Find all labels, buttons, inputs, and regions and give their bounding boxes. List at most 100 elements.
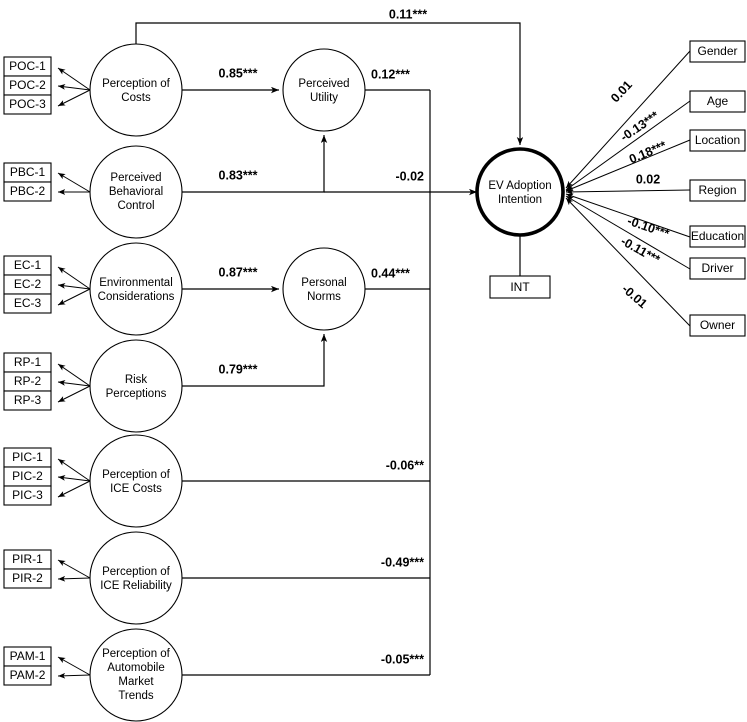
node-label: Behavioral bbox=[109, 186, 163, 198]
indicator-label: RP-1 bbox=[14, 355, 42, 369]
node-perception-of-automobile-market-trends[interactable]: Perception of Automobile Market Trends bbox=[89, 628, 183, 722]
coef-driver-to-ev: -0.11*** bbox=[618, 234, 662, 267]
loading-arrow bbox=[57, 288, 91, 306]
node-label: Environmental bbox=[99, 277, 173, 289]
indicator-label: EC-2 bbox=[14, 277, 42, 291]
path-location-to-ev bbox=[565, 139, 691, 192]
indicator-group-pir: PIR-1 PIR-2 bbox=[3, 549, 52, 589]
node-label: Personal bbox=[301, 277, 346, 289]
path-education-to-ev bbox=[565, 193, 691, 238]
node-label: Risk bbox=[125, 374, 148, 386]
node-label: ICE Costs bbox=[110, 483, 162, 495]
path-driver-to-ev bbox=[565, 195, 691, 270]
node-label: Perception of bbox=[102, 78, 171, 90]
demographic-label: Education bbox=[691, 229, 744, 243]
coef-pic-to-ev: -0.06** bbox=[386, 458, 424, 472]
coef-pam-to-ev: -0.05*** bbox=[381, 652, 424, 666]
indicator-label: PAM-1 bbox=[10, 649, 46, 663]
node-risk-perceptions[interactable]: Risk Perceptions bbox=[89, 339, 183, 433]
node-label: Considerations bbox=[98, 291, 175, 303]
coef-gender-to-ev: 0.01 bbox=[608, 78, 635, 105]
coef-rp-to-personal-norms: 0.79*** bbox=[219, 362, 258, 376]
indicator-label: RP-2 bbox=[14, 374, 42, 388]
node-perception-of-costs[interactable]: Perception of Costs bbox=[89, 43, 183, 137]
loading-arrow bbox=[57, 575, 91, 582]
indicator-label: PIC-2 bbox=[12, 469, 43, 483]
loading-arrow bbox=[57, 559, 91, 579]
node-perceived-utility[interactable]: Perceived Utility bbox=[282, 48, 366, 132]
coef-location-to-ev: 0.18*** bbox=[627, 138, 668, 166]
indicator-group-ec: EC-1 EC-2 EC-3 bbox=[3, 255, 52, 314]
loading-arrow bbox=[57, 89, 91, 107]
node-personal-norms[interactable]: Personal Norms bbox=[282, 247, 366, 331]
coef-poc-to-perceived-utility: 0.85*** bbox=[219, 66, 258, 80]
sem-diagram-canvas: POC-1 POC-2 POC-3 PBC-1 PBC-2 EC-1 EC-2 … bbox=[0, 0, 747, 722]
node-perception-of-ice-reliability[interactable]: Perception of ICE Reliability bbox=[89, 531, 183, 625]
loading-arrow bbox=[57, 480, 91, 498]
node-label: Perception of bbox=[102, 648, 171, 660]
node-label: Trends bbox=[118, 690, 154, 702]
indicator-group-pbc: PBC-1 PBC-2 bbox=[3, 162, 52, 202]
indicator-label: POC-1 bbox=[9, 59, 46, 73]
coef-pbc-to-ev: 0.83*** bbox=[219, 168, 258, 182]
node-label: Automobile bbox=[107, 662, 165, 674]
node-label: Norms bbox=[307, 291, 341, 303]
node-label: Perception of bbox=[102, 469, 171, 481]
demographic-label: Location bbox=[695, 133, 740, 147]
node-perception-of-ice-costs[interactable]: Perception of ICE Costs bbox=[89, 434, 183, 528]
indicator-label: PIR-2 bbox=[12, 571, 43, 585]
indicator-label: EC-3 bbox=[14, 296, 42, 310]
indicator-label: PIC-3 bbox=[12, 488, 43, 502]
path-gender-to-ev bbox=[565, 50, 691, 189]
demographic-label: Age bbox=[707, 94, 729, 108]
demographic-boxes: Gender Age Location Region Education Dri… bbox=[689, 40, 746, 337]
coef-personal-norms-to-ev: 0.44*** bbox=[371, 266, 410, 280]
loading-arrows bbox=[57, 67, 91, 679]
node-label: Costs bbox=[121, 92, 151, 104]
node-label: EV Adoption bbox=[488, 180, 551, 192]
path-pbc-to-perceived-utility bbox=[182, 135, 328, 193]
node-label: Perception of bbox=[102, 566, 171, 578]
demographic-coefficients: 0.01 -0.13*** 0.18*** 0.02 -0.10*** -0.1… bbox=[608, 78, 671, 311]
node-label: Intention bbox=[498, 194, 542, 206]
coef-owner-to-ev: -0.01 bbox=[619, 282, 650, 311]
coef-pbc-path-to-ev: -0.02 bbox=[396, 169, 425, 183]
indicator-group-poc: POC-1 POC-2 POC-3 bbox=[3, 56, 52, 115]
path-rp-to-personal-norms bbox=[182, 334, 328, 387]
demographic-label: Driver bbox=[702, 261, 734, 275]
node-label: Control bbox=[117, 200, 154, 212]
demographic-label: Gender bbox=[697, 44, 737, 58]
node-perceived-behavioral-control[interactable]: Perceived Behavioral Control bbox=[89, 145, 183, 239]
coef-perceived-utility-to-ev: 0.12*** bbox=[371, 67, 410, 81]
indicator-label: EC-1 bbox=[14, 258, 42, 272]
node-ev-adoption-intention[interactable]: EV Adoption Intention bbox=[475, 147, 565, 237]
node-label: Perceived bbox=[110, 172, 161, 184]
node-label: ICE Reliability bbox=[100, 580, 172, 592]
node-label: Perceived bbox=[298, 78, 349, 90]
indicator-label: PAM-2 bbox=[10, 668, 46, 682]
node-label: Perceptions bbox=[106, 388, 167, 400]
demographic-label: Owner bbox=[700, 318, 735, 332]
demographic-label: Region bbox=[698, 183, 736, 197]
indicator-label: POC-3 bbox=[9, 97, 46, 111]
indicator-label-int: INT bbox=[510, 280, 530, 294]
indicator-label: RP-3 bbox=[14, 393, 42, 407]
indicator-group-rp: RP-1 RP-2 RP-3 bbox=[3, 352, 52, 411]
indicator-group-pam: PAM-1 PAM-2 bbox=[3, 646, 52, 686]
path-region-to-ev bbox=[565, 188, 691, 195]
coef-region-to-ev: 0.02 bbox=[636, 172, 660, 186]
indicator-group-pic: PIC-1 PIC-2 PIC-3 bbox=[3, 447, 52, 506]
node-label: Utility bbox=[310, 92, 338, 104]
coef-pir-to-ev: -0.49*** bbox=[381, 555, 424, 569]
node-label: Market bbox=[118, 676, 154, 688]
node-environmental-considerations[interactable]: Environmental Considerations bbox=[89, 242, 183, 336]
indicator-label: PBC-1 bbox=[10, 165, 46, 179]
indicator-label: PIC-1 bbox=[12, 450, 43, 464]
loading-arrow bbox=[57, 385, 91, 403]
indicator-label: PBC-2 bbox=[10, 184, 46, 198]
loading-arrow bbox=[57, 672, 91, 679]
loading-arrow bbox=[57, 656, 91, 676]
sem-diagram-svg: POC-1 POC-2 POC-3 PBC-1 PBC-2 EC-1 EC-2 … bbox=[3, 7, 746, 722]
loading-arrow bbox=[57, 172, 91, 193]
path-age-to-ev bbox=[565, 100, 691, 191]
